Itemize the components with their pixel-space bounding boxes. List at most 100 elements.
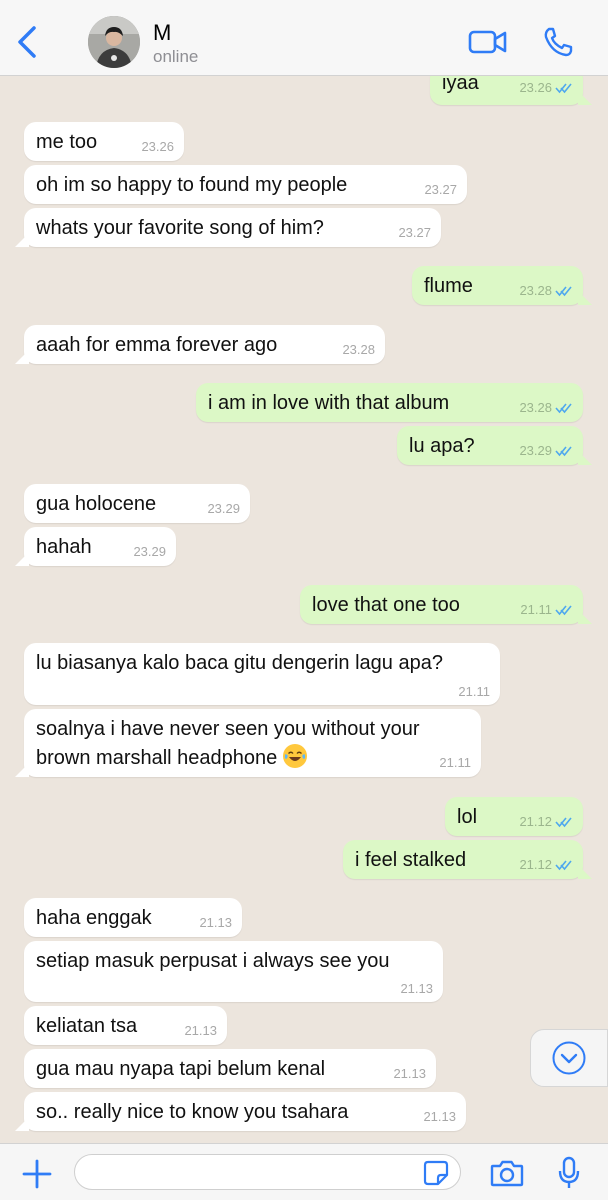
camera-icon[interactable] xyxy=(490,1159,524,1187)
message-bubble-outgoing[interactable]: flume 23.28 xyxy=(412,266,592,305)
phone-icon[interactable] xyxy=(542,26,574,58)
message-bubble-outgoing[interactable]: lu apa? 23.29 xyxy=(397,426,592,465)
message-time: 21.13 xyxy=(400,981,433,996)
message-time: 23.26 xyxy=(519,80,552,95)
message-text: keliatan tsa xyxy=(36,1015,138,1037)
message-time: 21.11 xyxy=(520,602,552,617)
message-text: i am in love with that album xyxy=(208,392,450,414)
message-bubble-outgoing[interactable]: love that one too 21.11 xyxy=(300,585,592,624)
message-meta: 21.13 xyxy=(393,1066,426,1082)
message-meta: 21.13 xyxy=(184,1023,217,1039)
scroll-to-bottom-button[interactable] xyxy=(530,1029,608,1087)
face-with-tears-of-joy-icon xyxy=(282,744,307,768)
message-bubble-outgoing[interactable]: lol 21.12 xyxy=(445,797,583,836)
message-text: setiap masuk perpusat i always see you xyxy=(36,950,390,972)
message-text: me too xyxy=(36,131,98,153)
message-meta: 21.13 xyxy=(199,915,232,931)
microphone-icon[interactable] xyxy=(558,1156,580,1190)
message-bubble-incoming[interactable]: oh im so happy to found my people 23.27 xyxy=(24,165,467,204)
avatar-photo xyxy=(88,16,140,68)
avatar[interactable] xyxy=(88,16,140,68)
message-input[interactable] xyxy=(74,1154,461,1190)
message-bubble-incoming[interactable]: soalnya i have never seen you without yo… xyxy=(15,709,481,777)
message-text: gua mau nyapa tapi belum kenal xyxy=(36,1058,326,1080)
message-time: 23.28 xyxy=(519,400,552,415)
message-meta: 23.29 xyxy=(207,501,240,517)
message-time: 23.29 xyxy=(207,501,240,516)
chat-header: M online xyxy=(0,0,608,76)
message-bubble-incoming[interactable]: gua holocene 23.29 xyxy=(24,484,250,523)
message-time: 23.29 xyxy=(133,544,166,559)
message-time: 21.11 xyxy=(439,755,471,770)
double-check-icon xyxy=(555,605,572,616)
message-bubble-incoming[interactable]: setiap masuk perpusat i always see you 2… xyxy=(24,941,443,1002)
message-meta: 21.11 xyxy=(458,684,490,700)
message-text: oh im so happy to found my people xyxy=(36,174,348,196)
message-meta: 23.26 xyxy=(519,80,573,96)
message-bubble-incoming[interactable]: hahah 23.29 xyxy=(15,527,176,566)
message-bubble-incoming[interactable]: so.. really nice to know you tsahara 21.… xyxy=(15,1092,466,1131)
message-bubble-incoming[interactable]: keliatan tsa 21.13 xyxy=(24,1006,227,1045)
message-time: 21.13 xyxy=(199,915,232,930)
message-meta: 23.26 xyxy=(141,139,174,155)
message-bubble-outgoing[interactable]: i am in love with that album 23.28 xyxy=(196,383,583,422)
message-bubble-incoming[interactable]: gua mau nyapa tapi belum kenal 21.13 xyxy=(24,1049,436,1088)
chevron-down-icon xyxy=(552,1041,586,1075)
message-meta: 23.27 xyxy=(398,225,431,241)
message-time: 23.29 xyxy=(519,443,552,458)
message-time: 21.11 xyxy=(458,684,490,699)
message-line: soalnya i have never seen you without yo… xyxy=(36,718,420,740)
contact-status: online xyxy=(153,47,199,66)
sticker-icon[interactable] xyxy=(423,1160,449,1186)
contact-name[interactable]: M xyxy=(153,20,171,46)
message-meta: 23.28 xyxy=(519,400,573,416)
chat-area: iyaa 23.26 me too 23.26 oh im so happy t… xyxy=(0,0,608,1143)
message-meta: 21.12 xyxy=(519,814,573,830)
double-check-icon xyxy=(555,446,572,457)
message-meta: 23.29 xyxy=(519,443,573,459)
message-meta: 21.12 xyxy=(519,857,573,873)
double-check-icon xyxy=(555,403,572,414)
message-meta: 21.13 xyxy=(400,981,433,997)
message-text: lu apa? xyxy=(409,435,475,457)
message-text: so.. really nice to know you tsahara xyxy=(36,1101,349,1123)
message-text: hahah xyxy=(36,536,92,558)
message-time: 23.27 xyxy=(398,225,431,240)
message-time: 23.28 xyxy=(519,283,552,298)
message-time: 23.27 xyxy=(424,182,457,197)
message-time: 21.12 xyxy=(519,814,552,829)
message-bubble-incoming[interactable]: haha enggak 21.13 xyxy=(24,898,242,937)
message-time: 23.28 xyxy=(342,342,375,357)
message-text: love that one too xyxy=(312,594,460,616)
message-text: haha enggak xyxy=(36,907,152,929)
message-text: aaah for emma forever ago xyxy=(36,334,278,356)
message-bubble-incoming[interactable]: aaah for emma forever ago 23.28 xyxy=(15,325,385,364)
message-meta: 21.13 xyxy=(423,1109,456,1125)
double-check-icon xyxy=(555,286,572,297)
back-chevron-icon[interactable] xyxy=(14,24,42,60)
message-text: gua holocene xyxy=(36,493,157,515)
message-meta: 23.28 xyxy=(342,342,375,358)
message-meta: 23.27 xyxy=(424,182,457,198)
message-meta: 23.29 xyxy=(133,544,166,560)
message-time: 21.13 xyxy=(423,1109,456,1124)
message-bubble-incoming[interactable]: lu biasanya kalo baca gitu dengerin lagu… xyxy=(24,643,500,705)
message-text: soalnya i have never seen you without yo… xyxy=(36,715,420,773)
double-check-icon xyxy=(555,860,572,871)
message-text: whats your favorite song of him? xyxy=(36,217,324,239)
message-meta: 21.11 xyxy=(520,602,573,618)
message-text: i feel stalked xyxy=(355,849,467,871)
double-check-icon xyxy=(555,83,572,94)
message-meta: 21.11 xyxy=(439,755,471,771)
message-time: 23.26 xyxy=(141,139,174,154)
message-bubble-incoming[interactable]: whats your favorite song of him? 23.27 xyxy=(15,208,441,247)
plus-icon[interactable] xyxy=(22,1159,52,1189)
message-bubble-outgoing[interactable]: i feel stalked 21.12 xyxy=(343,840,592,879)
composer-bar xyxy=(0,1143,608,1200)
video-call-icon[interactable] xyxy=(468,28,508,56)
message-line: brown marshall headphone xyxy=(36,747,278,769)
message-meta: 23.28 xyxy=(519,283,573,299)
message-time: 21.13 xyxy=(393,1066,426,1081)
message-text: lol xyxy=(457,806,478,828)
message-bubble-incoming[interactable]: me too 23.26 xyxy=(24,122,184,161)
